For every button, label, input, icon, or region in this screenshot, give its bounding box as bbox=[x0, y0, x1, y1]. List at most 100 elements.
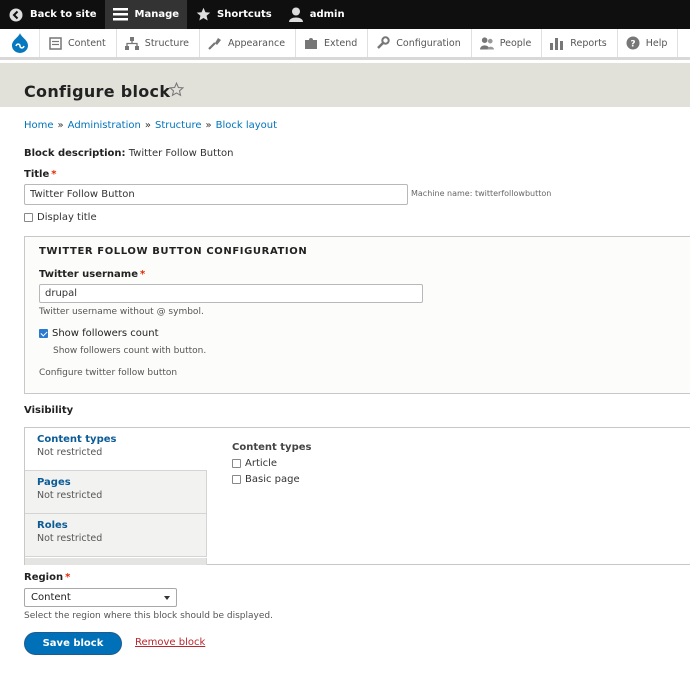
machine-name: Machine name: twitterfollowbutton bbox=[411, 189, 552, 198]
vertical-tabs-menu: Content types Not restricted Pages Not r… bbox=[25, 428, 207, 565]
people-icon bbox=[479, 36, 494, 50]
vtab-summary: Not restricted bbox=[37, 533, 103, 544]
twitter-username-label-text: Twitter username bbox=[39, 269, 138, 280]
page-title: Configure block bbox=[24, 82, 171, 101]
title-label-text: Title bbox=[24, 169, 50, 180]
breadcrumb: Home» Administration» Structure» Block layo… bbox=[24, 120, 277, 131]
extend-icon bbox=[304, 36, 318, 50]
tray-item-help[interactable]: ? Help bbox=[618, 29, 679, 57]
block-description-label: Block description: bbox=[24, 148, 126, 159]
show-followers-description: Show followers count with button. bbox=[53, 346, 207, 356]
wrench-icon bbox=[376, 36, 390, 50]
breadcrumb-separator: » bbox=[57, 120, 64, 131]
reports-icon bbox=[550, 36, 564, 50]
breadcrumb-administration[interactable]: Administration bbox=[68, 120, 141, 131]
required-marker: * bbox=[51, 169, 57, 180]
tray-item-label: People bbox=[499, 37, 532, 49]
remove-block-link[interactable]: Remove block bbox=[135, 637, 205, 648]
vtab-pages[interactable]: Pages Not restricted bbox=[25, 471, 207, 514]
user-icon bbox=[288, 7, 304, 23]
vtab-roles[interactable]: Roles Not restricted bbox=[25, 514, 207, 557]
article-checkbox[interactable] bbox=[232, 459, 241, 468]
tray-item-label: Help bbox=[645, 37, 668, 49]
vtab-title: Content types bbox=[37, 434, 117, 445]
visibility-vertical-tabs: Content types Not restricted Pages Not r… bbox=[24, 427, 690, 565]
star-icon bbox=[195, 7, 211, 23]
option-label: Article bbox=[245, 458, 278, 469]
option-label: Basic page bbox=[245, 474, 300, 485]
pane-title: Content types bbox=[232, 442, 312, 453]
vtab-menu-filler bbox=[25, 558, 207, 565]
show-followers-checkbox-row[interactable]: Show followers count bbox=[39, 328, 159, 339]
vtab-title: Roles bbox=[37, 520, 68, 531]
shortcuts-label: Shortcuts bbox=[217, 9, 272, 20]
tray-item-reports[interactable]: Reports bbox=[542, 29, 618, 57]
vtab-content-types[interactable]: Content types Not restricted bbox=[25, 428, 207, 471]
save-block-button[interactable]: Save block bbox=[24, 632, 122, 655]
option-basic-page[interactable]: Basic page bbox=[232, 474, 311, 485]
breadcrumb-separator: » bbox=[205, 120, 212, 131]
tray-item-label: Configuration bbox=[396, 37, 461, 49]
title-label: Title * bbox=[24, 169, 56, 180]
tray-item-structure[interactable]: Structure bbox=[117, 29, 200, 57]
display-title-label: Display title bbox=[37, 212, 97, 223]
hamburger-icon bbox=[113, 7, 129, 23]
twitter-config-fieldset: TWITTER FOLLOW BUTTON CONFIGURATION Twit… bbox=[24, 236, 690, 394]
breadcrumb-structure[interactable]: Structure bbox=[155, 120, 202, 131]
required-marker: * bbox=[65, 572, 71, 583]
tray-item-content[interactable]: Content bbox=[40, 29, 117, 57]
page-header: Configure block bbox=[0, 63, 690, 107]
tray-item-label: Content bbox=[68, 37, 106, 49]
manage-tab[interactable]: Manage bbox=[104, 0, 188, 29]
tray-item-appearance[interactable]: Appearance bbox=[200, 29, 297, 57]
breadcrumb-home[interactable]: Home bbox=[24, 120, 54, 131]
appearance-icon bbox=[208, 36, 222, 50]
content-icon bbox=[48, 36, 62, 50]
vtab-summary: Not restricted bbox=[37, 447, 103, 458]
tray-item-configuration[interactable]: Configuration bbox=[368, 29, 472, 57]
required-marker: * bbox=[140, 269, 146, 280]
user-tab[interactable]: admin bbox=[280, 0, 353, 29]
block-description-value: Twitter Follow Button bbox=[128, 148, 234, 159]
breadcrumb-separator: » bbox=[144, 120, 151, 131]
drupal-logo-icon[interactable] bbox=[0, 29, 40, 57]
twitter-username-description: Twitter username without @ symbol. bbox=[39, 307, 204, 317]
show-followers-checkbox[interactable] bbox=[39, 329, 48, 338]
basic-page-checkbox[interactable] bbox=[232, 475, 241, 484]
admin-toolbar: Back to site Manage Shortcuts admin bbox=[0, 0, 690, 29]
fieldset-legend: TWITTER FOLLOW BUTTON CONFIGURATION bbox=[39, 246, 308, 257]
tray-item-people[interactable]: People bbox=[472, 29, 543, 57]
vtab-title: Pages bbox=[37, 477, 71, 488]
region-select[interactable]: Content bbox=[24, 588, 177, 607]
back-to-site-label: Back to site bbox=[30, 9, 97, 20]
option-article[interactable]: Article bbox=[232, 458, 311, 469]
admin-tray: Content Structure Appearance Extend Conf… bbox=[0, 29, 690, 60]
structure-icon bbox=[124, 36, 139, 50]
fieldset-description: Configure twitter follow button bbox=[39, 368, 178, 378]
back-to-site-link[interactable]: Back to site bbox=[0, 0, 105, 29]
tray-item-label: Structure bbox=[144, 37, 189, 49]
tray-item-label: Appearance bbox=[228, 37, 286, 49]
region-label-text: Region bbox=[24, 572, 64, 583]
region-selected-value: Content bbox=[31, 592, 71, 603]
title-input[interactable] bbox=[24, 184, 408, 205]
tray-item-extend[interactable]: Extend bbox=[296, 29, 369, 57]
region-label: Region * bbox=[24, 572, 70, 583]
shortcuts-tab[interactable]: Shortcuts bbox=[187, 0, 280, 29]
region-description: Select the region where this block shoul… bbox=[24, 611, 273, 621]
manage-label: Manage bbox=[134, 9, 180, 20]
display-title-checkbox-row[interactable]: Display title bbox=[24, 212, 97, 223]
shortcut-star-icon[interactable] bbox=[168, 81, 185, 100]
help-icon: ? bbox=[626, 36, 640, 50]
tray-item-label: Reports bbox=[570, 37, 607, 49]
display-title-checkbox[interactable] bbox=[24, 213, 33, 222]
twitter-username-input[interactable] bbox=[39, 284, 423, 303]
content-types-pane: Content types Article Basic page bbox=[232, 442, 311, 485]
twitter-username-label: Twitter username * bbox=[39, 269, 145, 280]
vtab-summary: Not restricted bbox=[37, 490, 103, 501]
user-label: admin bbox=[309, 9, 345, 20]
breadcrumb-block-layout[interactable]: Block layout bbox=[216, 120, 277, 131]
back-arrow-icon bbox=[8, 7, 24, 23]
tray-item-label: Extend bbox=[324, 37, 358, 49]
show-followers-label: Show followers count bbox=[52, 328, 159, 339]
